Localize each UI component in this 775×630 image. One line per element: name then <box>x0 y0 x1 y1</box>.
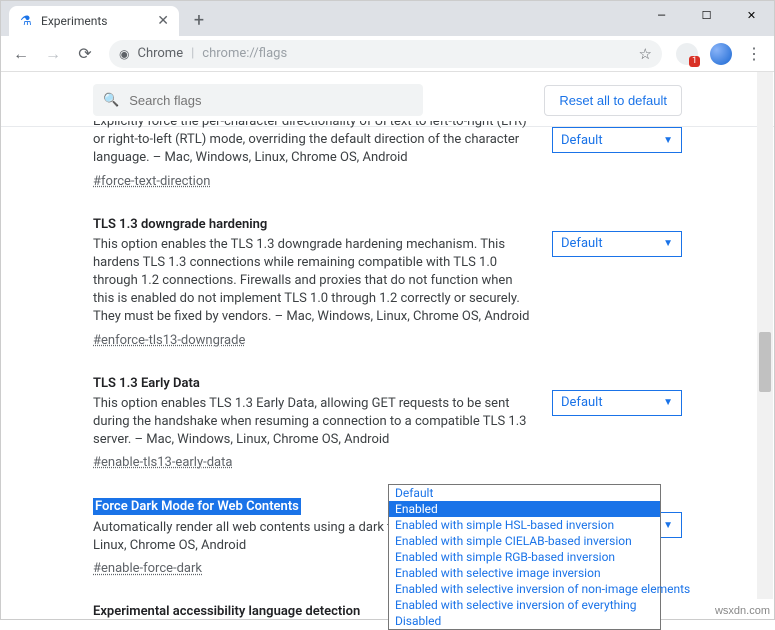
forward-button[interactable]: → <box>39 40 67 68</box>
chrome-icon: ◉ <box>119 47 129 61</box>
flag-anchor-link[interactable]: #enable-force-dark <box>93 561 202 576</box>
omnibox-prefix: Chrome <box>137 46 183 61</box>
reload-button[interactable]: ⟳ <box>71 40 99 68</box>
chevron-down-icon: ▼ <box>663 397 673 408</box>
flag-title: Experimental accessibility language dete… <box>93 604 360 619</box>
flag-select-value: Default <box>561 236 603 251</box>
flag-anchor-link[interactable]: #enable-tls13-early-data <box>93 455 232 470</box>
omnibox-url: chrome://flags <box>202 46 630 61</box>
minimize-button[interactable]: — <box>639 1 684 29</box>
flag-title: TLS 1.3 downgrade hardening <box>93 217 267 232</box>
flag-anchor-link[interactable]: #force-text-direction <box>93 174 210 189</box>
flag-title: TLS 1.3 Early Data <box>93 376 200 391</box>
browser-tab[interactable]: ⚗ Experiments ✕ <box>9 6 179 36</box>
flag-select-dropdown[interactable]: DefaultEnabledEnabled with simple HSL-ba… <box>388 484 661 630</box>
extension-badge: 1 <box>689 56 700 67</box>
dropdown-option[interactable]: Enabled <box>389 501 660 517</box>
flag-select-value: Default <box>561 395 603 410</box>
chevron-down-icon: ▼ <box>663 238 673 249</box>
flag-anchor-link[interactable]: #enforce-tls13-downgrade <box>93 333 245 348</box>
flag-item: TLS 1.3 Early Data This option enables T… <box>93 366 682 489</box>
flag-description: This option enables TLS 1.3 Early Data, … <box>93 395 532 450</box>
flask-icon: ⚗ <box>19 14 33 28</box>
flag-select[interactable]: Default ▼ <box>552 231 682 257</box>
dropdown-option[interactable]: Disabled <box>389 613 660 629</box>
flag-description: This option enables the TLS 1.3 downgrad… <box>93 236 532 327</box>
flag-title: Force Dark Mode for Web Contents <box>93 498 301 515</box>
scrollbar-thumb[interactable] <box>759 332 771 392</box>
extension-icon[interactable]: 1 <box>676 43 698 65</box>
reset-all-button[interactable]: Reset all to default <box>544 85 682 116</box>
search-flags-box[interactable]: 🔍 <box>93 84 423 116</box>
search-input[interactable] <box>127 92 413 109</box>
dropdown-option[interactable]: Enabled with selective inversion of non-… <box>389 581 660 597</box>
flag-select[interactable]: Default ▼ <box>552 390 682 416</box>
omnibox-separator: | <box>191 46 194 61</box>
flag-select-value: Default <box>561 133 603 148</box>
flag-item: TLS 1.3 downgrade hardening This option … <box>93 207 682 366</box>
overflow-menu-icon[interactable]: ⋮ <box>740 44 768 63</box>
new-tab-button[interactable]: + <box>185 6 213 34</box>
dropdown-option[interactable]: Enabled with simple HSL-based inversion <box>389 517 660 533</box>
window-controls: — ☐ ✕ <box>639 1 774 29</box>
flag-item: Explicitly force the per-character direc… <box>93 121 682 207</box>
dropdown-option[interactable]: Enabled with selective inversion of ever… <box>389 597 660 613</box>
vertical-scrollbar[interactable] <box>757 72 773 599</box>
chevron-down-icon: ▼ <box>663 135 673 146</box>
window-titlebar: ⚗ Experiments ✕ + — ☐ ✕ <box>1 1 774 36</box>
close-tab-icon[interactable]: ✕ <box>157 13 169 29</box>
search-icon: 🔍 <box>103 93 119 108</box>
flag-select[interactable]: Default ▼ <box>552 127 682 153</box>
back-button[interactable]: ← <box>7 40 35 68</box>
dropdown-option[interactable]: Enabled with selective image inversion <box>389 565 660 581</box>
chevron-down-icon: ▼ <box>663 520 673 531</box>
watermark: wsxdn.com <box>715 605 770 617</box>
dropdown-option[interactable]: Enabled with simple RGB-based inversion <box>389 549 660 565</box>
flag-description: Explicitly force the per-character direc… <box>93 121 532 168</box>
address-bar[interactable]: ◉ Chrome | chrome://flags ☆ <box>109 40 662 68</box>
tab-title: Experiments <box>41 14 149 28</box>
profile-avatar[interactable] <box>710 43 732 65</box>
flags-header: 🔍 Reset all to default <box>1 72 774 127</box>
dropdown-option[interactable]: Enabled with simple CIELAB-based inversi… <box>389 533 660 549</box>
maximize-button[interactable]: ☐ <box>684 1 729 29</box>
window-close-button[interactable]: ✕ <box>729 1 774 29</box>
dropdown-option[interactable]: Default <box>389 485 660 501</box>
bookmark-star-icon[interactable]: ☆ <box>639 45 652 63</box>
browser-toolbar: ← → ⟳ ◉ Chrome | chrome://flags ☆ 1 ⋮ <box>1 36 774 72</box>
